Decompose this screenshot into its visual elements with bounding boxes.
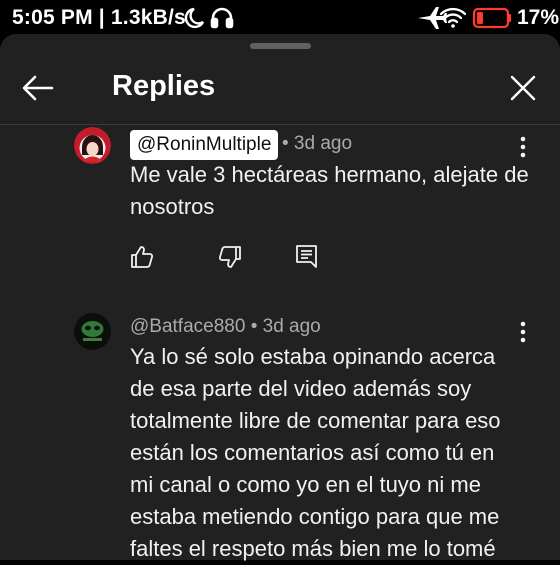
comment-line: mi canal o como yo en el tuyo ni me — [130, 472, 481, 497]
drag-handle[interactable] — [250, 43, 311, 49]
author-name-chip[interactable]: @RoninMultiple — [130, 130, 279, 160]
like-icon[interactable] — [129, 244, 155, 270]
do-not-disturb-moon-icon — [184, 7, 205, 29]
replies-sheet: Replies @RoninMultiple • 3d ago Me vale … — [0, 34, 560, 561]
headphones-icon — [210, 7, 234, 29]
back-button[interactable] — [20, 70, 56, 106]
close-button[interactable] — [505, 70, 541, 106]
battery-low-icon — [472, 7, 511, 29]
page-title: Replies — [112, 70, 216, 102]
avatar[interactable] — [74, 127, 111, 164]
battery-percent: 17% — [517, 6, 560, 29]
header-divider — [0, 124, 560, 125]
comment-age: • 3d ago — [282, 133, 353, 154]
comment-author-and-age: @Batface880 • 3d ago — [130, 316, 321, 338]
comment-line: totalmente libre de comentar para eso — [130, 408, 501, 433]
airplane-mode-icon — [418, 7, 447, 29]
comment-line: están los comentarios así como tú en — [130, 440, 495, 465]
comment-line: estaba metiendo contigo para que me — [130, 504, 500, 529]
status-icons — [184, 7, 511, 29]
arrow-left-icon — [22, 75, 54, 101]
comment-line: Me vale 3 hectáreas hermano, alejate de — [130, 162, 529, 187]
comment-age: • 3d ago — [250, 316, 321, 337]
status-bar: 5:05 PM | 1.3kB/s 17% — [0, 0, 560, 36]
comment-line: de esa parte del video además soy — [130, 376, 472, 401]
comment-line: nosotros — [130, 194, 215, 219]
more-options-icon[interactable] — [517, 135, 529, 159]
close-icon — [510, 75, 536, 101]
comment-text: Me vale 3 hectáreas hermano, alejate de … — [130, 159, 529, 223]
avatar-image — [74, 127, 111, 164]
dislike-icon[interactable] — [217, 244, 243, 270]
comment-text: Ya lo sé solo estaba opinando acerca de … — [130, 341, 501, 565]
comment-line: Ya lo sé solo estaba opinando acerca — [130, 344, 496, 369]
comment-line: faltes el respeto más bien me lo tomé — [130, 536, 496, 561]
author-name[interactable]: @Batface880 — [130, 316, 245, 337]
more-options-icon[interactable] — [517, 320, 529, 344]
avatar[interactable] — [74, 313, 111, 350]
wifi-icon — [439, 7, 467, 28]
avatar-image — [74, 313, 111, 350]
reply-icon[interactable] — [294, 243, 320, 269]
